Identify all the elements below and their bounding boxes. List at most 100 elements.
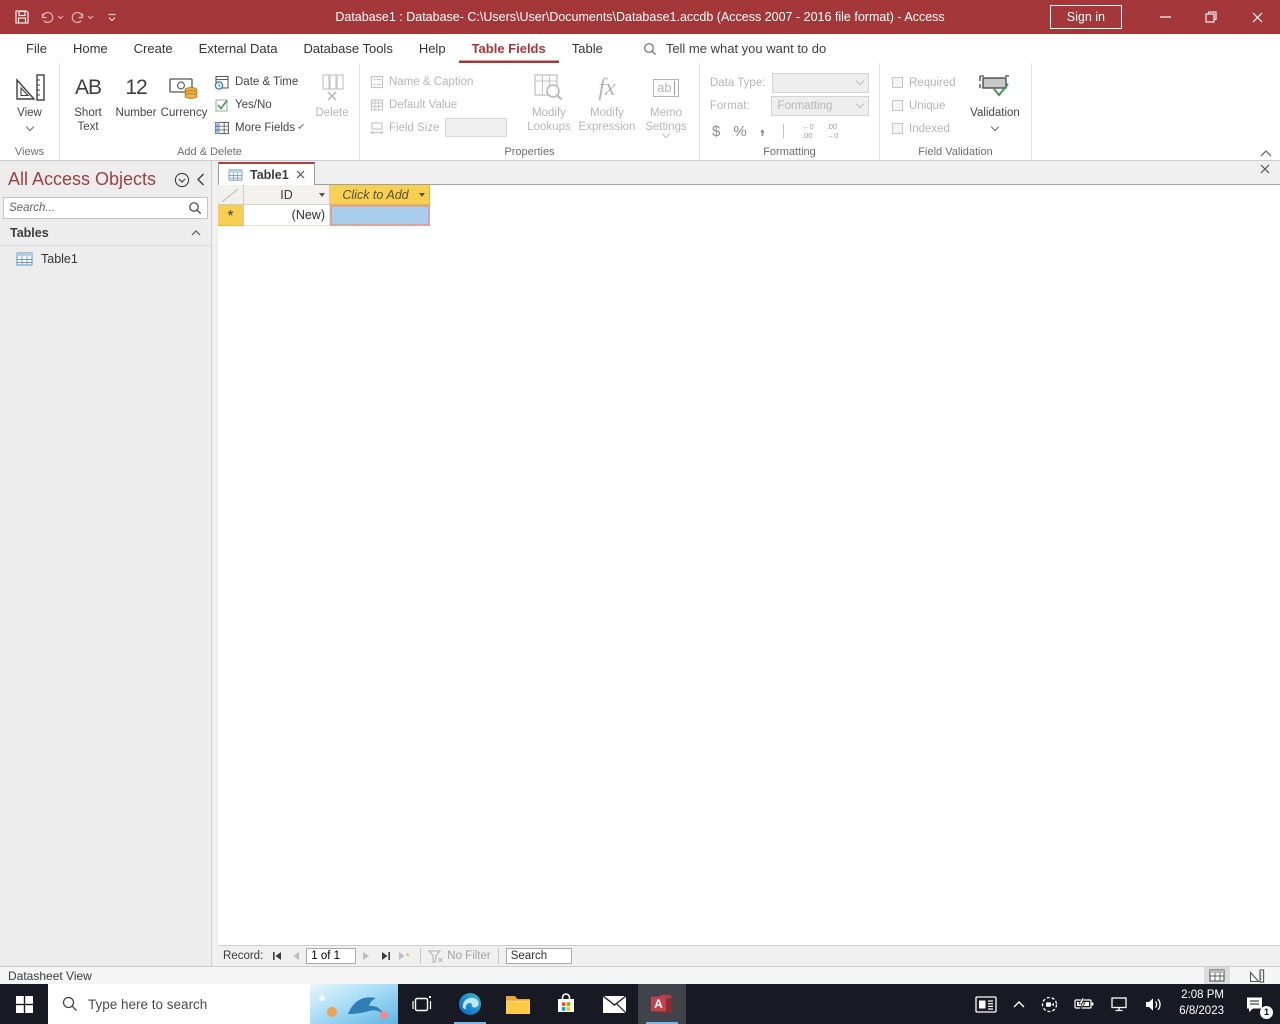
- record-position-input[interactable]: [306, 948, 357, 964]
- taskbar-search-input[interactable]: [88, 996, 310, 1012]
- memo-settings-button[interactable]: ab Memo Settings: [638, 66, 694, 142]
- unique-checkbox[interactable]: Unique: [892, 94, 966, 117]
- battery-icon[interactable]: [1066, 984, 1102, 1024]
- taskbar-access-button[interactable]: A: [638, 984, 686, 1024]
- nav-search-box[interactable]: [3, 197, 208, 219]
- tab-database-tools[interactable]: Database Tools: [290, 34, 405, 63]
- taskbar-file-explorer-button[interactable]: [494, 984, 542, 1024]
- no-filter-label: No Filter: [447, 950, 491, 962]
- taskbar-clock[interactable]: 2:08 PM 6/8/2023: [1170, 988, 1233, 1019]
- datasheet-view-icon[interactable]: [1204, 967, 1230, 984]
- no-filter-button[interactable]: No Filter: [428, 949, 491, 963]
- tab-help[interactable]: Help: [406, 34, 459, 63]
- data-type-row: Data Type:: [704, 71, 875, 94]
- tab-close-icon[interactable]: [296, 170, 305, 179]
- new-record-selector[interactable]: *: [218, 205, 244, 226]
- svg-text:*: *: [406, 952, 410, 962]
- column-header-click-to-add[interactable]: Click to Add: [330, 185, 430, 205]
- search-icon[interactable]: [188, 201, 202, 215]
- cell-id-new[interactable]: (New): [244, 205, 330, 226]
- yes-no-button[interactable]: Yes/No: [208, 93, 308, 116]
- hidden-icons-chevron[interactable]: [1005, 984, 1033, 1024]
- collapse-ribbon-icon[interactable]: [1260, 150, 1272, 157]
- minimize-button[interactable]: [1142, 0, 1188, 34]
- start-button[interactable]: [0, 984, 48, 1024]
- field-size-button[interactable]: Field Size: [364, 116, 522, 139]
- news-widget-icon[interactable]: [967, 984, 1005, 1024]
- redo-icon[interactable]: [70, 4, 94, 30]
- network-icon[interactable]: [1102, 984, 1136, 1024]
- delete-button[interactable]: Delete: [308, 66, 356, 142]
- required-checkbox[interactable]: Required: [892, 71, 966, 94]
- decrease-decimals-icon[interactable]: .00 →0: [827, 122, 839, 140]
- select-all-corner[interactable]: [218, 185, 244, 205]
- tab-external-data[interactable]: External Data: [186, 34, 291, 63]
- increase-decimals-icon[interactable]: ←0 .00: [802, 122, 814, 140]
- name-caption-button[interactable]: Name & Caption: [364, 70, 522, 93]
- modify-expression-button[interactable]: fx Modify Expression: [576, 66, 638, 142]
- close-button[interactable]: [1234, 0, 1280, 34]
- date-time-button[interactable]: Date & Time: [208, 70, 308, 93]
- default-value-button[interactable]: Default Value: [364, 93, 522, 116]
- taskbar-store-button[interactable]: [542, 984, 590, 1024]
- new-record-icon[interactable]: *: [396, 948, 413, 965]
- save-icon[interactable]: [10, 4, 34, 30]
- taskbar-edge-button[interactable]: [446, 984, 494, 1024]
- nav-search-input[interactable]: [9, 202, 188, 214]
- currency-button[interactable]: Currency: [160, 66, 208, 142]
- default-value-label: Default Value: [389, 98, 458, 111]
- volume-icon[interactable]: [1136, 984, 1170, 1024]
- field-size-input[interactable]: [444, 118, 507, 137]
- restore-button[interactable]: [1188, 0, 1234, 34]
- sign-in-button[interactable]: Sign in: [1049, 5, 1122, 29]
- first-record-icon[interactable]: [268, 948, 285, 965]
- indexed-checkbox[interactable]: Indexed: [892, 117, 966, 140]
- next-record-icon[interactable]: [358, 948, 375, 965]
- nav-group-tables[interactable]: Tables: [0, 219, 211, 246]
- tab-table[interactable]: Table: [559, 34, 616, 63]
- taskbar-mail-button[interactable]: [590, 984, 638, 1024]
- tab-create[interactable]: Create: [121, 34, 186, 63]
- number-button[interactable]: 12 Number: [112, 66, 160, 142]
- currency-format-icon[interactable]: $: [712, 123, 720, 140]
- view-button[interactable]: View: [6, 66, 54, 142]
- taskbar-search-box[interactable]: [48, 984, 398, 1024]
- click-to-add-label: Click to Add: [342, 187, 409, 202]
- customize-qat-icon[interactable]: [100, 4, 124, 30]
- short-text-button[interactable]: AB Short Text: [64, 66, 112, 142]
- currency-label: Currency: [160, 107, 208, 119]
- column-dropdown-icon[interactable]: [319, 193, 325, 197]
- percent-format-icon[interactable]: %: [733, 123, 746, 140]
- document-tab-table1[interactable]: Table1: [218, 162, 315, 185]
- document-close-icon[interactable]: [1260, 164, 1270, 174]
- tab-file[interactable]: File: [13, 34, 60, 63]
- field-size-icon: [370, 121, 384, 135]
- date-time-icon: [214, 74, 230, 90]
- nav-item-table1[interactable]: Table1: [0, 246, 211, 272]
- cell-selected[interactable]: [330, 205, 430, 226]
- ribbon: View Views AB Short Text 12 Number Curre…: [0, 63, 1280, 161]
- search-highlights-image[interactable]: [310, 984, 398, 1024]
- column-header-id[interactable]: ID: [244, 185, 330, 205]
- more-fields-button[interactable]: More Fields: [208, 116, 308, 139]
- meet-now-icon[interactable]: [1033, 984, 1066, 1024]
- design-view-icon[interactable]: [1244, 967, 1270, 984]
- tab-table-fields[interactable]: Table Fields: [459, 34, 559, 63]
- validation-button[interactable]: Validation: [966, 66, 1024, 142]
- modify-lookups-button[interactable]: Modify Lookups: [522, 66, 576, 142]
- task-view-button[interactable]: [398, 984, 446, 1024]
- tell-me-box[interactable]: Tell me what you want to do: [643, 41, 826, 56]
- action-center-icon[interactable]: 1: [1233, 984, 1276, 1024]
- shutter-bar-icon[interactable]: [196, 173, 205, 186]
- previous-record-icon[interactable]: [287, 948, 304, 965]
- record-search-input[interactable]: [505, 948, 572, 964]
- comma-format-icon[interactable]: ,: [760, 117, 765, 139]
- undo-icon[interactable]: [40, 4, 64, 30]
- default-value-icon: [370, 98, 384, 112]
- format-dropdown[interactable]: Formatting: [771, 95, 869, 116]
- nav-menu-icon[interactable]: [174, 172, 190, 188]
- data-type-dropdown[interactable]: [772, 72, 869, 93]
- tab-home[interactable]: Home: [60, 34, 121, 63]
- last-record-icon[interactable]: [377, 948, 394, 965]
- column-dropdown-icon[interactable]: [419, 193, 425, 197]
